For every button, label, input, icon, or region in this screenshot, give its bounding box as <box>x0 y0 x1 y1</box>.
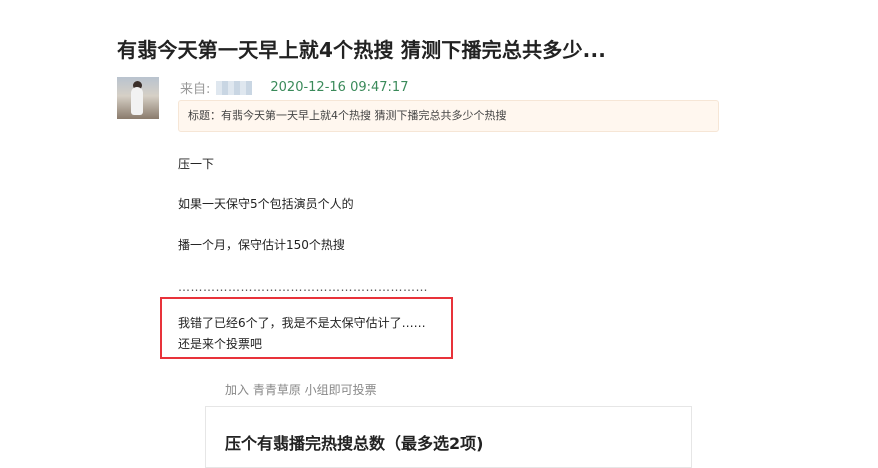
avatar-figure-body <box>131 87 143 115</box>
author-name-blurred[interactable] <box>216 80 253 95</box>
body-paragraph-3: 播一个月，保守估计150个热搜 <box>178 238 345 252</box>
highlight-box: 我错了已经6个了，我是不是太保守估计了…… 还是来个投票吧 <box>160 297 453 359</box>
post-title: 有翡今天第一天早上就4个热搜 猜测下播完总共多少... <box>117 38 607 62</box>
dotted-separator: …………………………………………………… <box>178 280 428 294</box>
poll-box: 压个有翡播完热搜总数（最多选2项) <box>205 406 692 468</box>
join-group-hint[interactable]: 加入 青青草原 小组即可投票 <box>225 381 377 398</box>
highlight-line-2: 还是来个投票吧 <box>178 337 263 351</box>
title-box: 标题：有翡今天第一天早上就4个热搜 猜测下播完总共多少个热搜 <box>178 100 719 132</box>
highlight-line-1: 我错了已经6个了，我是不是太保守估计了…… <box>178 316 426 330</box>
poll-title: 压个有翡播完热搜总数（最多选2项) <box>225 434 484 453</box>
post-timestamp: 2020-12-16 09:47:17 <box>270 80 409 95</box>
post-meta: 来自: 2020-12-16 09:47:17 <box>180 78 408 97</box>
body-paragraph-2: 如果一天保守5个包括演员个人的 <box>178 197 354 211</box>
from-label: 来自: <box>180 82 211 97</box>
avatar[interactable] <box>117 77 159 119</box>
body-paragraph-1: 压一下 <box>178 157 215 171</box>
